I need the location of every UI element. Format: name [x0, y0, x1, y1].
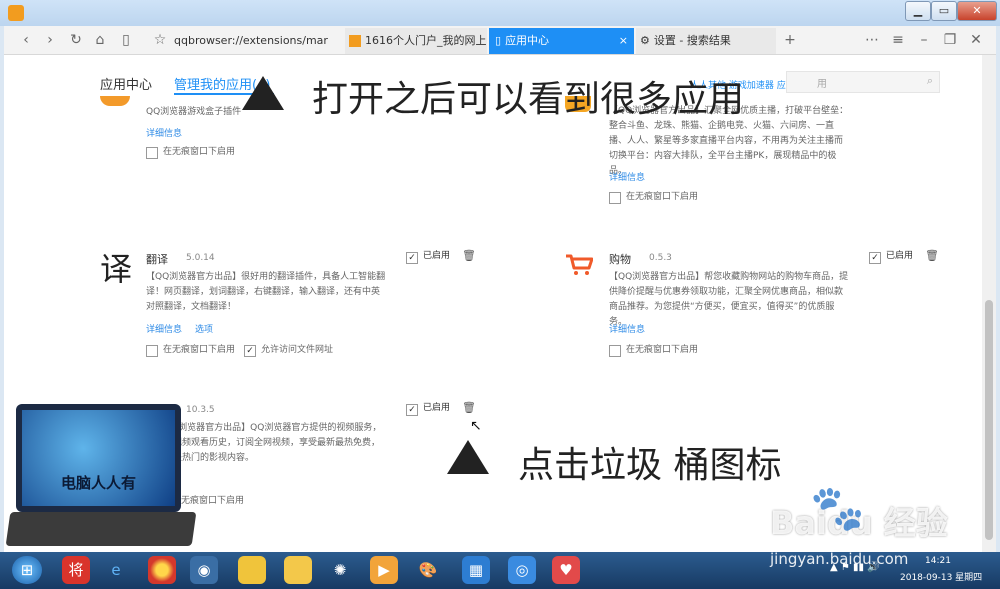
back-arrow-icon[interactable]: ‹ [16, 30, 36, 50]
search-placeholder: 用 [817, 79, 827, 90]
details-link[interactable]: 详细信息 [146, 322, 182, 335]
tab-favicon-icon [349, 35, 361, 47]
triangle-marker-icon [242, 76, 284, 110]
explorer-icon[interactable] [284, 556, 312, 584]
incognito-checkbox[interactable] [146, 345, 158, 357]
options-link[interactable]: 选项 [195, 322, 213, 335]
window-titlebar [0, 0, 1000, 26]
home-icon[interactable]: ⌂ [90, 30, 110, 50]
clock-date: 2018-09-13 星期四 [900, 573, 983, 583]
ie-icon[interactable]: e [102, 556, 130, 584]
file-access-checkbox[interactable]: ✓ [244, 345, 256, 357]
browser-close-icon[interactable]: ✕ [966, 30, 986, 50]
triangle-marker-icon [447, 440, 489, 474]
annotation-top: 打开之后可以看到很多应用 [312, 79, 745, 120]
forward-arrow-icon[interactable]: › [40, 30, 60, 50]
page-icon: ▯ [495, 34, 502, 47]
tab-settings[interactable]: ⚙ 设置 - 搜索结果 [636, 28, 776, 54]
start-button[interactable]: ⊞ [12, 556, 42, 584]
extension-description: 【QQ浏览器官方出品】帮您收藏购物网站的购物车商品，提供降价提醒与优惠券领取功能… [609, 272, 849, 327]
qqbrowser-app-icon [8, 5, 24, 21]
incognito-label: 在无痕窗口下启用 [626, 192, 699, 202]
enabled-label: 已启用 [886, 251, 914, 261]
search-icon[interactable]: ⌕ [927, 74, 933, 88]
extension-name: 翻译 [146, 253, 168, 266]
paint-icon[interactable]: 🎨 [414, 556, 442, 584]
details-link[interactable]: 详细信息 [609, 322, 645, 335]
bookmark-star-icon[interactable]: ☆ [150, 30, 170, 50]
address-bar[interactable]: qqbrowser://extensions/mar [174, 28, 344, 54]
enabled-checkbox[interactable]: ✓ [406, 252, 418, 264]
enabled-checkbox[interactable]: ✓ [869, 252, 881, 264]
gear-icon: ⚙ [640, 34, 650, 47]
incognito-label: 在无痕窗口下启用 [172, 496, 245, 506]
logo-text: 电脑人人有 [60, 474, 136, 492]
refresh-icon[interactable]: ↻ [66, 30, 86, 50]
tab-1616[interactable]: 1616个人门户_我的网上家园 [345, 28, 487, 54]
details-link[interactable]: 详细信息 [609, 170, 645, 183]
extension-version: 10.3.5 [186, 405, 215, 415]
clock-time: 14:21 [925, 556, 951, 566]
nav-app-center[interactable]: 应用中心 [100, 74, 152, 93]
tab-label: 设置 - 搜索结果 [653, 34, 731, 47]
qqbrowser-taskbar-icon[interactable]: ◉ [190, 556, 218, 584]
tab-close-icon[interactable]: × [619, 28, 628, 54]
incognito-checkbox[interactable] [146, 147, 158, 159]
paw-icon: 🐾 [810, 483, 865, 534]
extension-description: 手【QQ浏览器官方出品】QQ浏览器官方提供的视频服务，速查看视频观看历史，订阅全… [146, 423, 382, 463]
chrome-icon[interactable] [148, 556, 176, 584]
shopping-cart-icon [565, 254, 594, 276]
baidu-url-watermark: jingyan.baidu.com [770, 550, 909, 568]
browser-restore-icon[interactable]: ❐ [940, 30, 960, 50]
enabled-label: 已启用 [423, 251, 451, 261]
heart-app-icon[interactable]: ♥ [552, 556, 580, 584]
tab-label: 应用中心 [505, 34, 550, 47]
extension-version: 0.5.3 [649, 253, 672, 263]
browser-minimize-icon[interactable]: – [914, 30, 934, 50]
minimize-button[interactable]: ▁ [905, 1, 931, 21]
incognito-label: 在无痕窗口下启用 [626, 345, 699, 355]
new-tab-button[interactable]: + [780, 30, 800, 50]
extension-name: 购物 [609, 253, 631, 266]
pinwheel-icon[interactable]: ✺ [326, 556, 354, 584]
scrollbar-thumb[interactable] [985, 300, 993, 540]
trash-icon[interactable]: 🗑 [462, 249, 476, 262]
tab-label: 1616个人门户_我的网上家园 [365, 34, 487, 47]
enabled-checkbox[interactable]: ✓ [406, 404, 418, 416]
incognito-label: 在无痕窗口下启用 [163, 147, 236, 157]
folder-icon[interactable] [238, 556, 266, 584]
annotation-bottom: 点击垃圾 桶图标 [518, 445, 782, 486]
network-icon[interactable]: ◎ [508, 556, 536, 584]
details-link[interactable]: 详细信息 [146, 126, 182, 139]
maximize-button[interactable]: ▭ [931, 1, 957, 21]
laptop-keyboard [5, 512, 197, 546]
translate-icon: 译 [100, 250, 133, 288]
extension-description: 【QQ浏览器官方出品】很好用的翻译插件，具备人工智能翻译！网页翻译，划词翻译，右… [146, 272, 386, 312]
mouse-cursor-icon: ↖ [470, 418, 482, 434]
tab-app-center[interactable]: ▯ 应用中心 × [489, 28, 634, 54]
enabled-label: 已启用 [423, 403, 451, 413]
menu-icon[interactable]: ≡ [888, 30, 908, 50]
more-icon[interactable]: ⋯ [862, 30, 882, 50]
media-player-icon[interactable]: ▶ [370, 556, 398, 584]
reader-icon[interactable]: ▯ [116, 30, 136, 50]
incognito-label: 在无痕窗口下启用 [163, 345, 236, 355]
app-icon[interactable]: 将 [62, 556, 90, 584]
extension-description: QQ浏览器游戏盒子插件 [146, 107, 242, 117]
laptop-logo: 电脑人人有 [16, 404, 181, 512]
trash-icon[interactable]: 🗑 [925, 249, 939, 262]
search-box[interactable]: 用 ⌕ [786, 71, 940, 93]
file-access-label: 允许访问文件网址 [261, 345, 334, 355]
incognito-checkbox[interactable] [609, 345, 621, 357]
nav-manage-label: 管理我的应用 [174, 78, 253, 93]
incognito-checkbox[interactable] [609, 192, 621, 204]
package-icon[interactable]: ▦ [462, 556, 490, 584]
trash-icon[interactable]: 🗑 [462, 401, 476, 414]
close-window-button[interactable]: ✕ [957, 1, 997, 21]
extension-version: 5.0.14 [186, 253, 215, 263]
